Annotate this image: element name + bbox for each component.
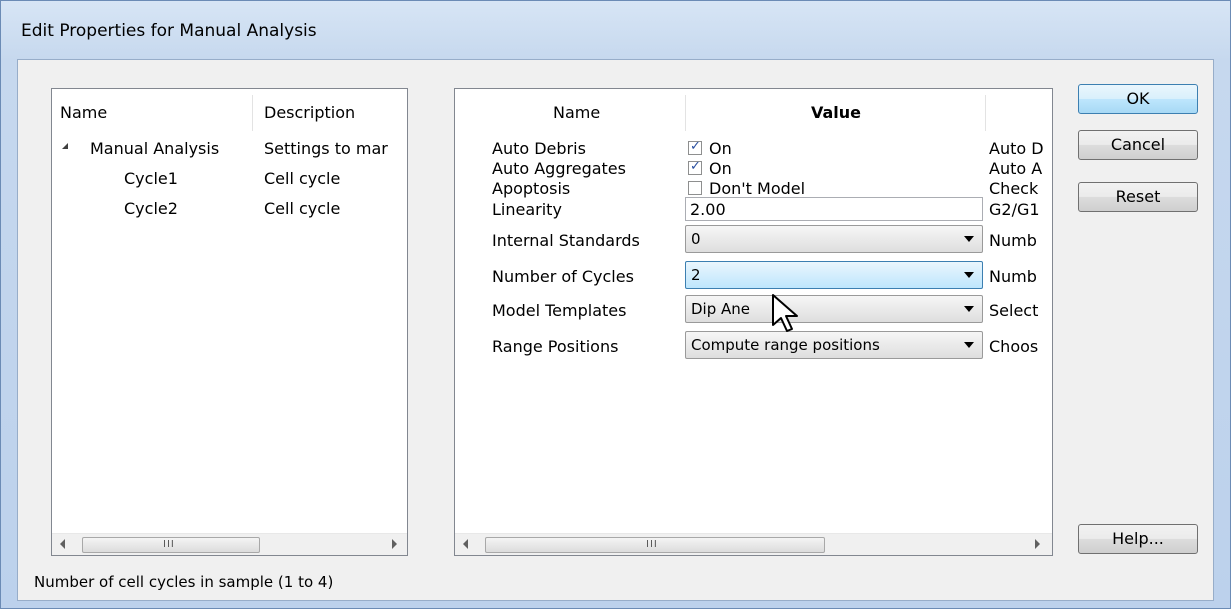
number-of-cycles-value: 2 [691, 266, 701, 284]
model-templates-select[interactable]: Dip Ane [685, 295, 983, 323]
status-text: Number of cell cycles in sample (1 to 4) [34, 573, 334, 591]
chevron-down-icon [964, 342, 974, 348]
internal-standards-value: 0 [691, 230, 701, 248]
property-description: Select [989, 301, 1039, 320]
tree-item-cycle2[interactable]: Cycle2 [124, 199, 178, 218]
property-name-model-templates: Model Templates [492, 301, 627, 320]
apoptosis-checkbox[interactable] [688, 181, 702, 195]
tree-view[interactable]: Name Description Manual Analysis Setting… [51, 88, 408, 556]
property-name-number-of-cycles: Number of Cycles [492, 267, 634, 286]
property-name-linearity: Linearity [492, 200, 562, 219]
tree-item-manual-analysis[interactable]: Manual Analysis [90, 139, 219, 158]
property-description: Check [989, 179, 1039, 198]
chevron-down-icon [964, 236, 974, 242]
column-header-name[interactable]: Name [553, 103, 600, 122]
property-name-auto-aggregates: Auto Aggregates [492, 159, 626, 178]
column-header-description[interactable]: Description [264, 103, 355, 122]
tree-item-cycle1[interactable]: Cycle1 [124, 169, 178, 188]
column-divider[interactable] [985, 95, 986, 131]
checkmark-icon: ✓ [690, 159, 701, 174]
scrollbar-thumb[interactable]: III [485, 537, 825, 553]
model-templates-value: Dip Ane [691, 300, 751, 318]
cancel-button[interactable]: Cancel [1078, 130, 1198, 160]
property-name-apoptosis: Apoptosis [492, 179, 571, 198]
mouse-pointer-icon [772, 294, 798, 332]
linearity-value: 2.00 [690, 200, 726, 219]
auto-aggregates-checkbox[interactable]: ✓ [688, 159, 702, 175]
scroll-left-icon[interactable] [463, 539, 468, 549]
horizontal-scrollbar[interactable]: III [455, 533, 1052, 555]
apoptosis-value: Don't Model [709, 179, 806, 198]
number-of-cycles-select[interactable]: 2 [685, 261, 983, 289]
property-description: Numb [989, 267, 1037, 286]
property-description: Choos [989, 337, 1039, 356]
linearity-field[interactable]: 2.00 [685, 197, 983, 221]
property-description: Auto D [989, 139, 1044, 158]
internal-standards-select[interactable]: 0 [685, 225, 983, 253]
auto-debris-value: On [709, 139, 732, 158]
property-description: G2/G1 [989, 200, 1040, 219]
help-button[interactable]: Help... [1078, 524, 1198, 554]
scroll-grip: III [163, 539, 175, 550]
reset-button[interactable]: Reset [1078, 182, 1198, 212]
scroll-grip: III [646, 539, 658, 550]
scrollbar-thumb[interactable]: III [82, 537, 260, 553]
property-name-internal-standards: Internal Standards [492, 231, 640, 250]
column-header-name[interactable]: Name [60, 103, 107, 122]
property-description: Numb [989, 231, 1037, 250]
auto-aggregates-value: On [709, 159, 732, 178]
column-header-value[interactable]: Value [811, 103, 861, 122]
tree-item-description: Cell cycle [264, 199, 341, 218]
scroll-left-icon[interactable] [60, 539, 65, 549]
horizontal-scrollbar[interactable]: III [52, 533, 407, 555]
ok-button[interactable]: OK [1078, 84, 1198, 114]
dialog-client-area: Name Description Manual Analysis Setting… [17, 59, 1214, 601]
property-name-auto-debris: Auto Debris [492, 139, 586, 158]
column-divider[interactable] [685, 95, 686, 131]
property-grid[interactable]: Name Value Auto Debris ✓ On Auto D Auto … [454, 88, 1053, 556]
dialog-window: Edit Properties for Manual Analysis Name… [0, 0, 1231, 609]
column-divider[interactable] [252, 95, 253, 131]
range-positions-select[interactable]: Compute range positions [685, 331, 983, 359]
tree-expand-icon[interactable] [62, 143, 68, 149]
checkmark-icon: ✓ [690, 139, 701, 154]
auto-debris-checkbox[interactable]: ✓ [688, 139, 702, 155]
scroll-right-icon[interactable] [1035, 539, 1040, 549]
scroll-right-icon[interactable] [392, 539, 397, 549]
property-name-range-positions: Range Positions [492, 337, 619, 356]
tree-item-description: Settings to mar [264, 139, 388, 158]
title-bar[interactable]: Edit Properties for Manual Analysis [1, 1, 1230, 59]
property-description: Auto A [989, 159, 1043, 178]
range-positions-value: Compute range positions [691, 336, 880, 354]
window-title: Edit Properties for Manual Analysis [21, 21, 317, 41]
tree-item-description: Cell cycle [264, 169, 341, 188]
chevron-down-icon [964, 272, 974, 278]
chevron-down-icon [964, 306, 974, 312]
